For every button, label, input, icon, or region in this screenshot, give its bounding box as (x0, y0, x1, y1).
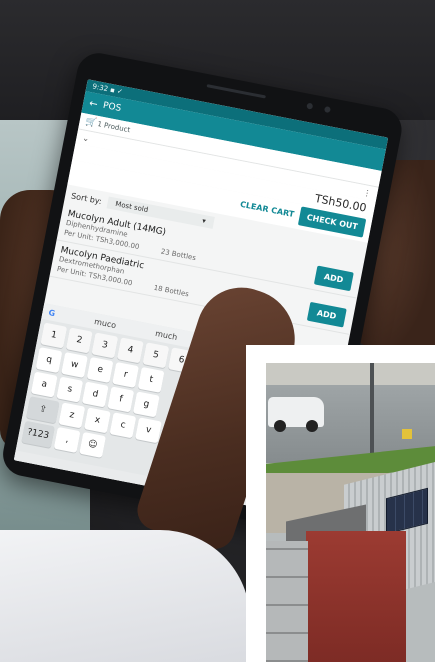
key[interactable]: g (132, 391, 160, 418)
key[interactable]: r (112, 361, 139, 388)
sidewalk (266, 363, 435, 385)
chevron-down-icon: ▾ (201, 216, 207, 226)
more-vert-icon[interactable]: ⋮ (363, 188, 373, 198)
clear-cart-button[interactable]: CLEAR CART (239, 200, 295, 219)
chevron-down-icon[interactable]: ⌄ (82, 133, 90, 143)
key[interactable]: 1 (40, 322, 68, 349)
key[interactable]: z (58, 402, 86, 429)
mode-switch-key[interactable]: ?123 (21, 420, 55, 448)
white-pickup-truck (268, 397, 324, 432)
tablet-speaker (206, 84, 266, 99)
yellow-bin (402, 429, 412, 439)
emoji-key[interactable]: ☺ (79, 431, 107, 458)
key[interactable]: w (61, 352, 88, 378)
white-sleeve (0, 530, 250, 662)
app-title: POS (102, 100, 122, 115)
key[interactable]: x (84, 407, 111, 434)
street-pole (370, 363, 374, 453)
truck-wheel (306, 420, 318, 432)
key[interactable]: c (109, 412, 137, 439)
key[interactable]: e (86, 356, 114, 383)
truck-wheel (274, 420, 286, 432)
scaffolding (266, 541, 308, 662)
light-sensor (323, 106, 331, 114)
key[interactable]: d (81, 381, 109, 408)
key[interactable]: 3 (91, 332, 119, 359)
key[interactable]: v (135, 417, 162, 444)
google-g-icon[interactable]: G (48, 308, 56, 318)
suggestion[interactable]: much (155, 328, 179, 341)
key[interactable]: f (107, 386, 135, 413)
cart-summary: 1 Product (96, 120, 131, 135)
sort-by-label: Sort by: (70, 190, 103, 206)
comma-key[interactable]: , (53, 426, 81, 453)
suggestion[interactable]: muco (94, 317, 117, 330)
key[interactable]: 5 (142, 342, 170, 369)
red-building-wall (306, 531, 406, 662)
key[interactable]: t (137, 366, 165, 393)
inset-photo-street (266, 363, 435, 662)
key[interactable]: q (35, 347, 63, 374)
key[interactable]: s (56, 376, 84, 403)
sort-value: Most sold (114, 199, 149, 215)
inset-photo-frame (246, 345, 435, 662)
front-camera (306, 102, 314, 110)
key[interactable]: a (30, 371, 58, 398)
key[interactable]: 2 (65, 327, 93, 354)
key[interactable]: 4 (116, 337, 144, 364)
